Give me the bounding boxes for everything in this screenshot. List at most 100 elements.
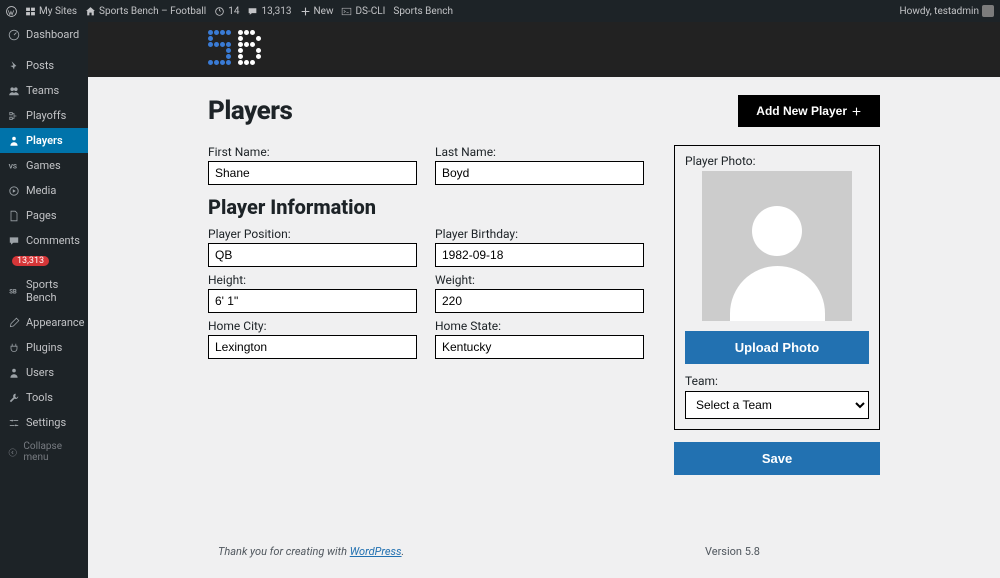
games-icon: VS [8,160,20,172]
menu-teams[interactable]: Teams [0,78,88,103]
menu-players[interactable]: Players [0,128,88,153]
menu-sportsbench-label: Sports Bench [26,278,80,304]
sportsbench-bar-label: Sports Bench [393,6,453,17]
player-icon [8,135,20,147]
menu-pages[interactable]: Pages [0,203,88,228]
menu-sportsbench[interactable]: SBSports Bench [0,272,88,310]
last-name-input[interactable] [435,161,644,185]
menu-appearance-label: Appearance [26,316,85,329]
birthday-label: Player Birthday: [435,227,644,241]
last-name-label: Last Name: [435,145,644,159]
plus-icon [300,6,311,17]
updates-count: 14 [228,6,239,17]
admin-bar: My Sites Sports Bench – Football 14 13,3… [0,0,1000,22]
add-new-player-button[interactable]: Add New Player [738,95,880,127]
terminal-icon [341,6,352,17]
update-icon [214,6,225,17]
photo-placeholder [702,171,852,321]
home-state-input[interactable] [435,335,644,359]
menu-players-label: Players [26,134,63,147]
footer-thanks-prefix: Thank you for creating with [218,545,350,558]
bracket-icon [8,110,20,122]
comments-bar[interactable]: 13,313 [247,6,291,17]
site-name[interactable]: Sports Bench – Football [85,6,206,17]
new-label: New [314,6,334,17]
menu-plugins[interactable]: Plugins [0,335,88,360]
menu-media[interactable]: Media [0,178,88,203]
sites-icon [25,6,36,17]
upload-photo-button[interactable]: Upload Photo [685,331,869,364]
collapse-label: Collapse menu [23,441,80,463]
photo-box: Player Photo: Upload Photo Team: Select … [674,145,880,430]
user-icon [8,367,20,379]
section-title: Player Information [208,195,644,219]
menu-pages-label: Pages [26,209,57,222]
wp-logo[interactable] [6,6,17,17]
position-input[interactable] [208,243,417,267]
collapse-icon [8,447,17,458]
sportsbench-bar[interactable]: Sports Bench [393,6,453,17]
menu-tools-label: Tools [26,391,53,404]
avatar-body-icon [730,266,825,321]
media-icon [8,185,20,197]
menu-tools[interactable]: Tools [0,385,88,410]
photo-label: Player Photo: [685,154,869,168]
menu-settings[interactable]: Settings [0,410,88,435]
plug-icon [8,342,20,354]
menu-media-label: Media [26,184,56,197]
weight-input[interactable] [435,289,644,313]
home-city-input[interactable] [208,335,417,359]
avatar [982,5,994,17]
comments-badge: 13,313 [12,256,49,266]
collapse-menu[interactable]: Collapse menu [0,435,88,469]
birthday-input[interactable] [435,243,644,267]
menu-dashboard[interactable]: Dashboard [0,22,88,47]
footer: Thank you for creating with WordPress. V… [208,515,880,568]
menu-users-label: Users [26,366,54,379]
page-title: Players [208,96,292,126]
teams-icon [8,85,20,97]
menu-dashboard-label: Dashboard [26,28,79,41]
howdy-label: Howdy, testadmin [900,6,979,17]
menu-posts[interactable]: Posts [0,53,88,78]
menu-playoffs[interactable]: Playoffs [0,103,88,128]
home-state-label: Home State: [435,319,644,333]
home-city-label: Home City: [208,319,417,333]
tools-icon [8,392,20,404]
comments-icon [8,235,20,247]
first-name-input[interactable] [208,161,417,185]
team-label: Team: [685,374,869,388]
menu-games-label: Games [26,159,61,172]
save-button[interactable]: Save [674,442,880,475]
team-select[interactable]: Select a Team [685,391,869,419]
plus-icon [851,106,862,117]
menu-plugins-label: Plugins [26,341,62,354]
menu-comments-label: Comments [26,234,80,247]
home-icon [85,6,96,17]
howdy[interactable]: Howdy, testadmin [900,5,994,17]
menu-users[interactable]: Users [0,360,88,385]
pages-icon [8,210,20,222]
menu-appearance[interactable]: Appearance [0,310,88,335]
first-name-label: First Name: [208,145,417,159]
my-sites[interactable]: My Sites [25,6,77,17]
avatar-head-icon [752,206,802,256]
height-label: Height: [208,273,417,287]
menu-playoffs-label: Playoffs [26,109,66,122]
new-content[interactable]: New [300,6,334,17]
menu-comments[interactable]: Comments [0,228,88,253]
content-area: Players Add New Player First Name: Last … [88,22,1000,578]
menu-teams-label: Teams [26,84,59,97]
dashboard-icon [8,29,20,41]
brush-icon [8,317,20,329]
position-label: Player Position: [208,227,417,241]
height-input[interactable] [208,289,417,313]
my-sites-label: My Sites [39,6,77,17]
pin-icon [8,60,20,72]
menu-games[interactable]: VS Games [0,153,88,178]
weight-label: Weight: [435,273,644,287]
comments-bar-count: 13,313 [261,6,291,17]
wordpress-link[interactable]: WordPress [350,545,402,558]
dscli[interactable]: DS-CLI [341,6,385,17]
updates[interactable]: 14 [214,6,239,17]
